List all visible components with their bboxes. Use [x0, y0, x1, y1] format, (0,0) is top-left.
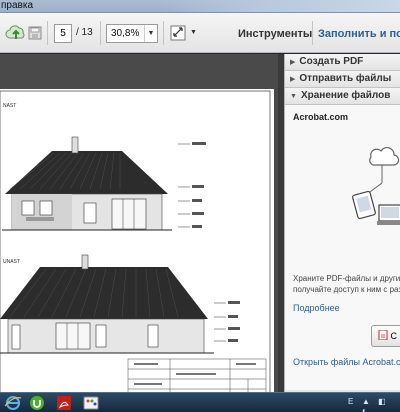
service-title: Acrobat.com	[293, 112, 349, 122]
section-create-pdf[interactable]: ▶ Создать PDF	[285, 54, 400, 71]
menu-item-edit[interactable]: правка	[0, 0, 33, 12]
store-files-panel: Acrobat.com Храните PDF-файлы и други по…	[285, 105, 400, 390]
right-task-pane: ▶ Создать PDF ▶ Отправить файлы ▼ Хранение …	[284, 54, 400, 392]
drawing-label-top: NAST	[3, 103, 16, 109]
open-acrobat-files-link[interactable]: Открыть файлы Acrobat.com	[293, 357, 400, 367]
acrobat-upload-button[interactable]: С	[371, 325, 400, 347]
toolbar-separator	[100, 21, 101, 45]
triangle-down-icon: ▼	[290, 93, 297, 100]
window-title-decoration	[160, 0, 400, 12]
chevron-down-icon[interactable]: ▼	[190, 29, 197, 36]
learn-more-link[interactable]: Подробнее	[293, 303, 340, 313]
paint-icon[interactable]	[82, 395, 100, 411]
house-elevation-bottom	[0, 254, 240, 354]
service-description: Храните PDF-файлы и други получайте дост…	[293, 274, 400, 294]
document-icon	[378, 329, 388, 341]
tools-button[interactable]: Инструменты	[238, 28, 312, 40]
cloud-upload-icon[interactable]	[5, 24, 27, 42]
fit-page-icon[interactable]	[170, 24, 186, 42]
toolbar-separator	[163, 21, 164, 45]
acrobat-icon[interactable]	[55, 395, 73, 411]
system-tray-icons[interactable]: ▲ ◧ ◐	[362, 397, 400, 412]
menu-bar: правка	[0, 0, 400, 13]
house-elevation-top	[2, 136, 206, 231]
fill-sign-button[interactable]: Заполнить и под	[318, 28, 400, 40]
keyboard-layout-indicator[interactable]: E	[348, 397, 353, 406]
zoom-value: 30,8%	[111, 28, 140, 39]
section-send-files[interactable]: ▶ Отправить файлы	[285, 71, 400, 88]
chevron-down-icon[interactable]: ▼	[144, 25, 157, 42]
toolbar-separator	[47, 21, 48, 45]
triangle-right-icon: ▶	[290, 76, 296, 83]
page-number-input[interactable]: 5	[54, 24, 72, 43]
triangle-right-icon: ▶	[290, 59, 296, 66]
cloud-devices-illustration	[352, 147, 400, 225]
toolbar: 5 / 13 30,8% ▼ ▼ Инструменты Заполнить и…	[0, 13, 400, 53]
save-icon[interactable]	[28, 24, 42, 42]
page-total: / 13	[76, 27, 93, 38]
toolbar-separator	[312, 21, 313, 45]
taskbar: E ▲ ◧ ◐	[0, 392, 400, 412]
ie-icon[interactable]	[4, 395, 22, 411]
house-elevation-drawing: NAST UNAST	[0, 90, 271, 392]
document-viewport[interactable]: NAST UNAST	[0, 54, 284, 392]
utorrent-icon[interactable]	[28, 395, 46, 411]
section-store-files[interactable]: ▼ Хранение файлов	[285, 88, 400, 105]
drawing-label-bottom: UNAST	[3, 259, 20, 265]
pdf-page: NAST UNAST	[0, 89, 274, 392]
zoom-select[interactable]: 30,8% ▼	[106, 24, 158, 43]
